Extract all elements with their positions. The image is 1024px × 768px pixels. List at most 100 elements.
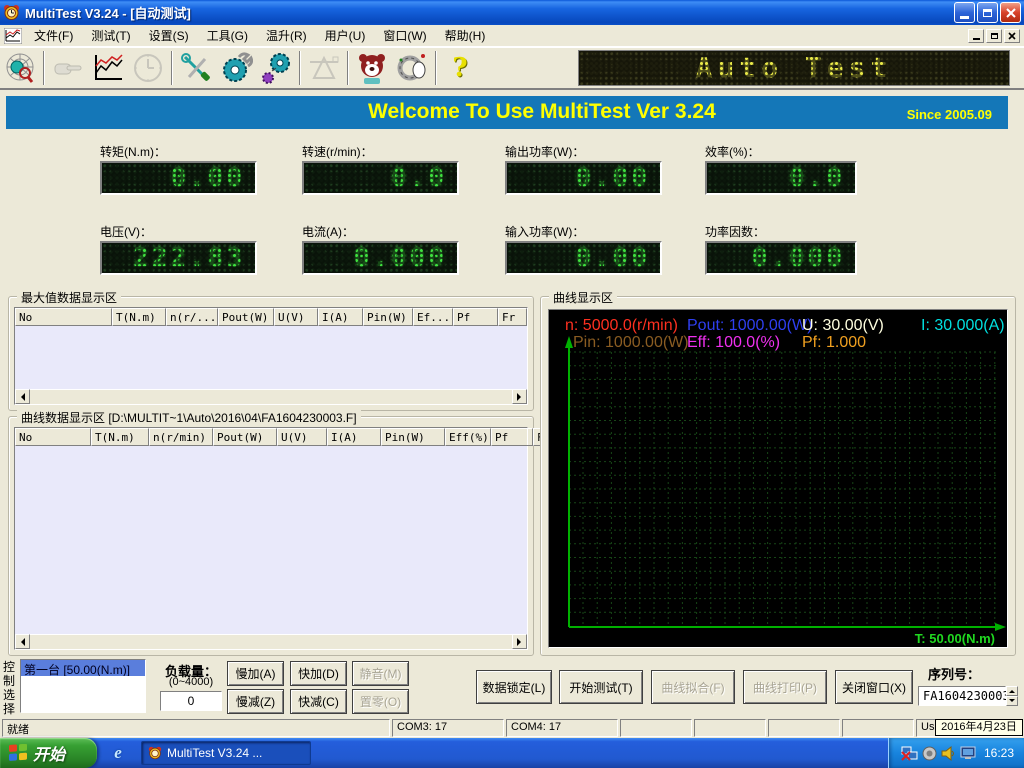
tools-button[interactable] — [176, 49, 216, 87]
column-header[interactable]: T(N.m) — [91, 428, 149, 446]
machine-listbox[interactable]: 第一台 [50.00(N.m)] — [20, 659, 146, 713]
legend-pf: Pf: 1.000 — [802, 334, 866, 352]
machine-list-item[interactable]: 第一台 [50.00(N.m)] — [21, 660, 145, 676]
column-header[interactable]: Pf — [491, 428, 533, 446]
column-header[interactable]: U(V) — [277, 428, 327, 446]
serial-number-input[interactable]: FA1604230003 — [918, 686, 1006, 706]
scroll-right-button[interactable] — [512, 634, 527, 649]
column-header[interactable]: n(r/min) — [149, 428, 213, 446]
column-header[interactable]: U(V) — [274, 308, 318, 326]
serial-spinner[interactable] — [1006, 686, 1018, 706]
toolbar-separator — [299, 51, 301, 85]
status-empty-panel — [620, 719, 692, 737]
minimize-icon — [973, 38, 980, 40]
horizontal-scrollbar[interactable] — [15, 634, 527, 649]
spin-down-button[interactable] — [1006, 696, 1018, 706]
close-icon — [1006, 8, 1016, 18]
restore-button[interactable] — [977, 2, 998, 23]
column-header[interactable]: n(r/... — [166, 308, 218, 326]
user-bear-button[interactable] — [352, 49, 392, 87]
start-test-button[interactable]: 开始测试(T) — [559, 670, 643, 704]
column-header[interactable]: Pout(W) — [213, 428, 277, 446]
status-ready: 就绪 — [2, 719, 390, 737]
column-header[interactable]: Eff(%) — [445, 428, 491, 446]
column-header[interactable]: No — [15, 428, 91, 446]
menu-window[interactable]: 窗口(W) — [374, 24, 435, 47]
max-data-group: 最大值数据显示区 No T(N.m) n(r/... Pout(W) U(V) … — [8, 296, 534, 411]
column-header[interactable]: Pin(W) — [381, 428, 445, 446]
web-search-button[interactable] — [0, 49, 40, 87]
multitest-task-button[interactable]: MultiTest V3.24 ... — [141, 741, 311, 765]
scrollbar-track[interactable] — [30, 634, 512, 649]
mute-button: 静音(M) — [352, 661, 409, 686]
gear-chain-button[interactable] — [256, 49, 296, 87]
start-button[interactable]: 开始 — [0, 738, 97, 768]
pout-display: 0.00 — [505, 161, 662, 195]
close-button[interactable] — [1000, 2, 1021, 23]
child-window-chart-icon[interactable] — [4, 28, 22, 44]
scroll-right-icon — [517, 393, 525, 401]
restore-icon — [983, 9, 992, 17]
welcome-title: Welcome To Use MultiTest Ver 3.24 — [368, 100, 716, 124]
slow-decrease-button[interactable]: 慢减(Z) — [227, 689, 284, 714]
scroll-left-button[interactable] — [15, 634, 30, 649]
volume-icon[interactable] — [941, 746, 956, 761]
rotate-test-button[interactable] — [392, 49, 432, 87]
column-header[interactable]: No — [15, 308, 112, 326]
column-header[interactable]: Ef... — [413, 308, 453, 326]
menu-help[interactable]: 帮助(H) — [436, 24, 495, 47]
bear-face-icon — [356, 52, 388, 84]
menu-settings[interactable]: 设置(S) — [140, 24, 198, 47]
fast-increase-button[interactable]: 快加(D) — [290, 661, 347, 686]
menu-file[interactable]: 文件(F) — [25, 24, 82, 47]
gear-wrench-button[interactable] — [216, 49, 256, 87]
menu-temp-rise[interactable]: 温升(R) — [257, 24, 316, 47]
legend-u: U: 30.00(V) — [802, 317, 884, 335]
window-title: MultiTest V3.24 - [自动测试] — [25, 3, 954, 22]
scroll-right-icon — [517, 638, 525, 646]
network-disconnected-icon[interactable] — [901, 746, 918, 761]
child-close-button[interactable] — [1004, 29, 1020, 43]
torque-label: 转矩(N.m)： — [100, 143, 166, 160]
child-minimize-button[interactable] — [968, 29, 984, 43]
minimize-button[interactable] — [954, 2, 975, 23]
minimize-icon — [960, 16, 969, 19]
column-header[interactable]: T(N.m) — [112, 308, 166, 326]
close-window-button[interactable]: 关闭窗口(X) — [835, 670, 913, 704]
data-lock-button[interactable]: 数据锁定(L) — [476, 670, 552, 704]
column-header[interactable]: Fr — [498, 308, 527, 326]
column-header[interactable]: Pin(W) — [363, 308, 413, 326]
status-empty-panel — [694, 719, 766, 737]
help-button[interactable]: ? — [440, 49, 480, 87]
column-header[interactable]: I(A) — [327, 428, 381, 446]
restore-icon — [991, 33, 998, 39]
child-restore-button[interactable] — [986, 29, 1002, 43]
close-icon — [1008, 32, 1016, 40]
quick-launch-ie-button[interactable]: e — [107, 742, 129, 764]
pin-display: 0.00 — [505, 241, 662, 275]
horizontal-scrollbar[interactable] — [15, 389, 527, 404]
scrollbar-track[interactable] — [30, 389, 512, 404]
curve-data-table: No T(N.m) n(r/min) Pout(W) U(V) I(A) Pin… — [14, 427, 528, 650]
spin-up-button[interactable] — [1006, 686, 1018, 696]
balance-scale-icon — [308, 54, 340, 82]
legend-i: I: 30.000(A) — [921, 317, 1005, 335]
display-settings-icon[interactable] — [960, 746, 976, 760]
audio-device-icon[interactable] — [922, 746, 937, 761]
scroll-left-button[interactable] — [15, 389, 30, 404]
fast-decrease-button[interactable]: 快减(C) — [290, 689, 347, 714]
scroll-right-button[interactable] — [512, 389, 527, 404]
clock-icon — [133, 53, 163, 83]
menu-user[interactable]: 用户(U) — [316, 24, 375, 47]
slow-increase-button[interactable]: 慢加(A) — [227, 661, 284, 686]
column-header[interactable]: Pout(W) — [218, 308, 274, 326]
max-data-table: No T(N.m) n(r/... Pout(W) U(V) I(A) Pin(… — [14, 307, 528, 405]
column-header[interactable]: Pf — [453, 308, 498, 326]
curve-chart-button[interactable] — [88, 49, 128, 87]
menu-test[interactable]: 测试(T) — [82, 24, 139, 47]
hand-point-button — [48, 49, 88, 87]
load-input[interactable]: 0 — [160, 691, 222, 711]
column-header[interactable]: I(A) — [318, 308, 363, 326]
menu-tools[interactable]: 工具(G) — [198, 24, 257, 47]
efficiency-display: 0.0 — [705, 161, 857, 195]
